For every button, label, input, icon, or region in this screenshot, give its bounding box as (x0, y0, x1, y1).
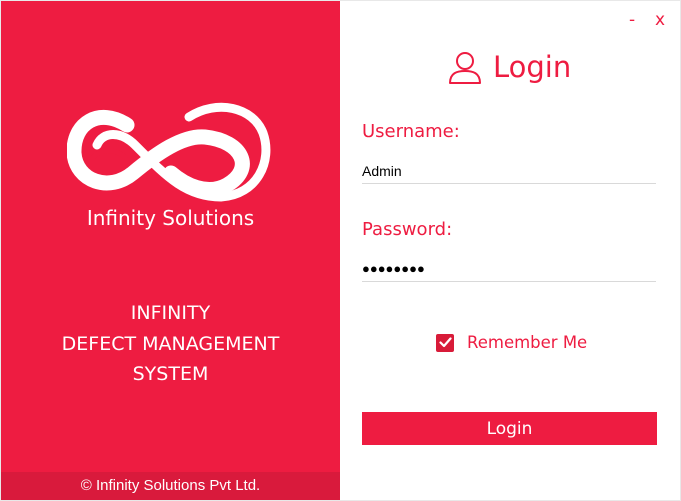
product-line-2: DEFECT MANAGEMENT (61, 332, 280, 355)
product-line-3: SYSTEM (132, 363, 209, 385)
minimize-button[interactable]: - (629, 10, 635, 30)
checkmark-icon (438, 337, 452, 348)
product-line-1: INFINITY (130, 302, 211, 324)
login-header: Login (447, 49, 571, 85)
password-label: Password: (362, 219, 453, 240)
checkbox-checked-icon[interactable] (436, 333, 454, 352)
infinity-logo-icon (67, 102, 271, 202)
company-name: Infinity Solutions (86, 206, 255, 230)
user-icon (449, 52, 481, 84)
product-name: INFINITY DEFECT MANAGEMENT SYSTEM (1, 298, 340, 390)
close-button[interactable]: x (655, 10, 665, 30)
remember-me-checkbox[interactable]: Remember Me (436, 333, 587, 352)
password-input[interactable] (362, 257, 656, 282)
username-label: Username: (362, 121, 460, 142)
login-title: Login (493, 50, 572, 84)
login-window: Infinity Solutions INFINITY DEFECT MANAG… (0, 0, 681, 501)
copyright-footer: © Infinity Solutions Pvt Ltd. (1, 472, 340, 500)
login-button[interactable]: Login (362, 412, 657, 445)
brand-panel: Infinity Solutions INFINITY DEFECT MANAG… (1, 1, 340, 500)
remember-me-label: Remember Me (467, 333, 588, 352)
username-input[interactable] (362, 159, 656, 184)
